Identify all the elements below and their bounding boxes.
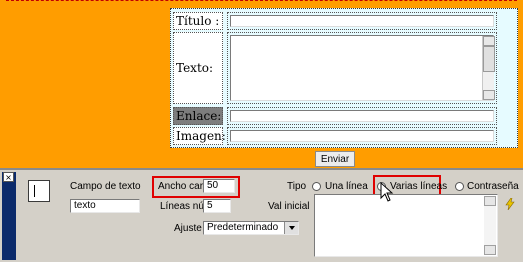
init-scroll-down-button[interactable]	[484, 245, 496, 255]
wrap-select-value: Predeterminado	[207, 222, 279, 233]
radio-single-line[interactable]	[312, 182, 321, 191]
link-cell	[227, 107, 497, 125]
link-input[interactable]	[230, 110, 494, 122]
lines-input[interactable]: 5	[203, 199, 231, 213]
textarea-scrollbar[interactable]	[482, 36, 495, 100]
wrap-select[interactable]: Predeterminado	[203, 221, 299, 235]
form-table[interactable]: Título : Texto: Enlace: Imagen:	[170, 8, 518, 148]
submit-button[interactable]: Enviar	[315, 151, 355, 167]
text-field-icon	[28, 180, 50, 202]
width-label: Ancho car	[158, 181, 204, 192]
text-cell	[227, 32, 497, 104]
lightning-bolt-icon[interactable]	[505, 198, 515, 210]
text-label: Texto:	[173, 32, 223, 104]
radio-single-line-label: Una línea	[325, 181, 368, 192]
scroll-up-button[interactable]	[483, 36, 495, 46]
title-cell	[227, 12, 497, 30]
inspector-side-strip: ×	[2, 172, 16, 260]
radio-password[interactable]	[455, 182, 464, 191]
title-input[interactable]	[230, 15, 494, 27]
close-icon[interactable]: ×	[3, 172, 14, 182]
dropdown-arrow-icon[interactable]	[284, 222, 298, 234]
width-input[interactable]: 50	[203, 179, 235, 193]
wrap-label: Ajuste	[174, 223, 202, 234]
image-input[interactable]	[230, 130, 494, 142]
text-textarea[interactable]	[230, 35, 494, 101]
radio-password-label: Contraseña	[467, 181, 519, 192]
initial-value-label: Val inicial	[268, 201, 310, 212]
property-inspector: × Campo de texto texto Ancho car 50 Líne…	[0, 168, 523, 262]
link-label: Enlace:	[173, 107, 223, 125]
field-name-input[interactable]: texto	[70, 199, 140, 213]
scroll-down-button[interactable]	[483, 90, 495, 100]
initial-value-textarea[interactable]	[314, 194, 498, 257]
init-scroll-up-button[interactable]	[484, 196, 496, 206]
field-type-label: Campo de texto	[70, 181, 141, 192]
image-label: Imagen:	[173, 127, 226, 145]
design-canvas[interactable]: Título : Texto: Enlace: Imagen: Enviar	[0, 0, 523, 168]
image-cell	[227, 127, 497, 145]
type-label: Tipo	[287, 181, 307, 192]
title-label: Título :	[173, 12, 223, 30]
mouse-cursor-icon	[380, 182, 394, 202]
radio-multi-line-label: Varias líneas	[390, 181, 448, 192]
initial-value-scrollbar[interactable]	[484, 196, 496, 255]
scroll-thumb[interactable]	[483, 46, 495, 72]
